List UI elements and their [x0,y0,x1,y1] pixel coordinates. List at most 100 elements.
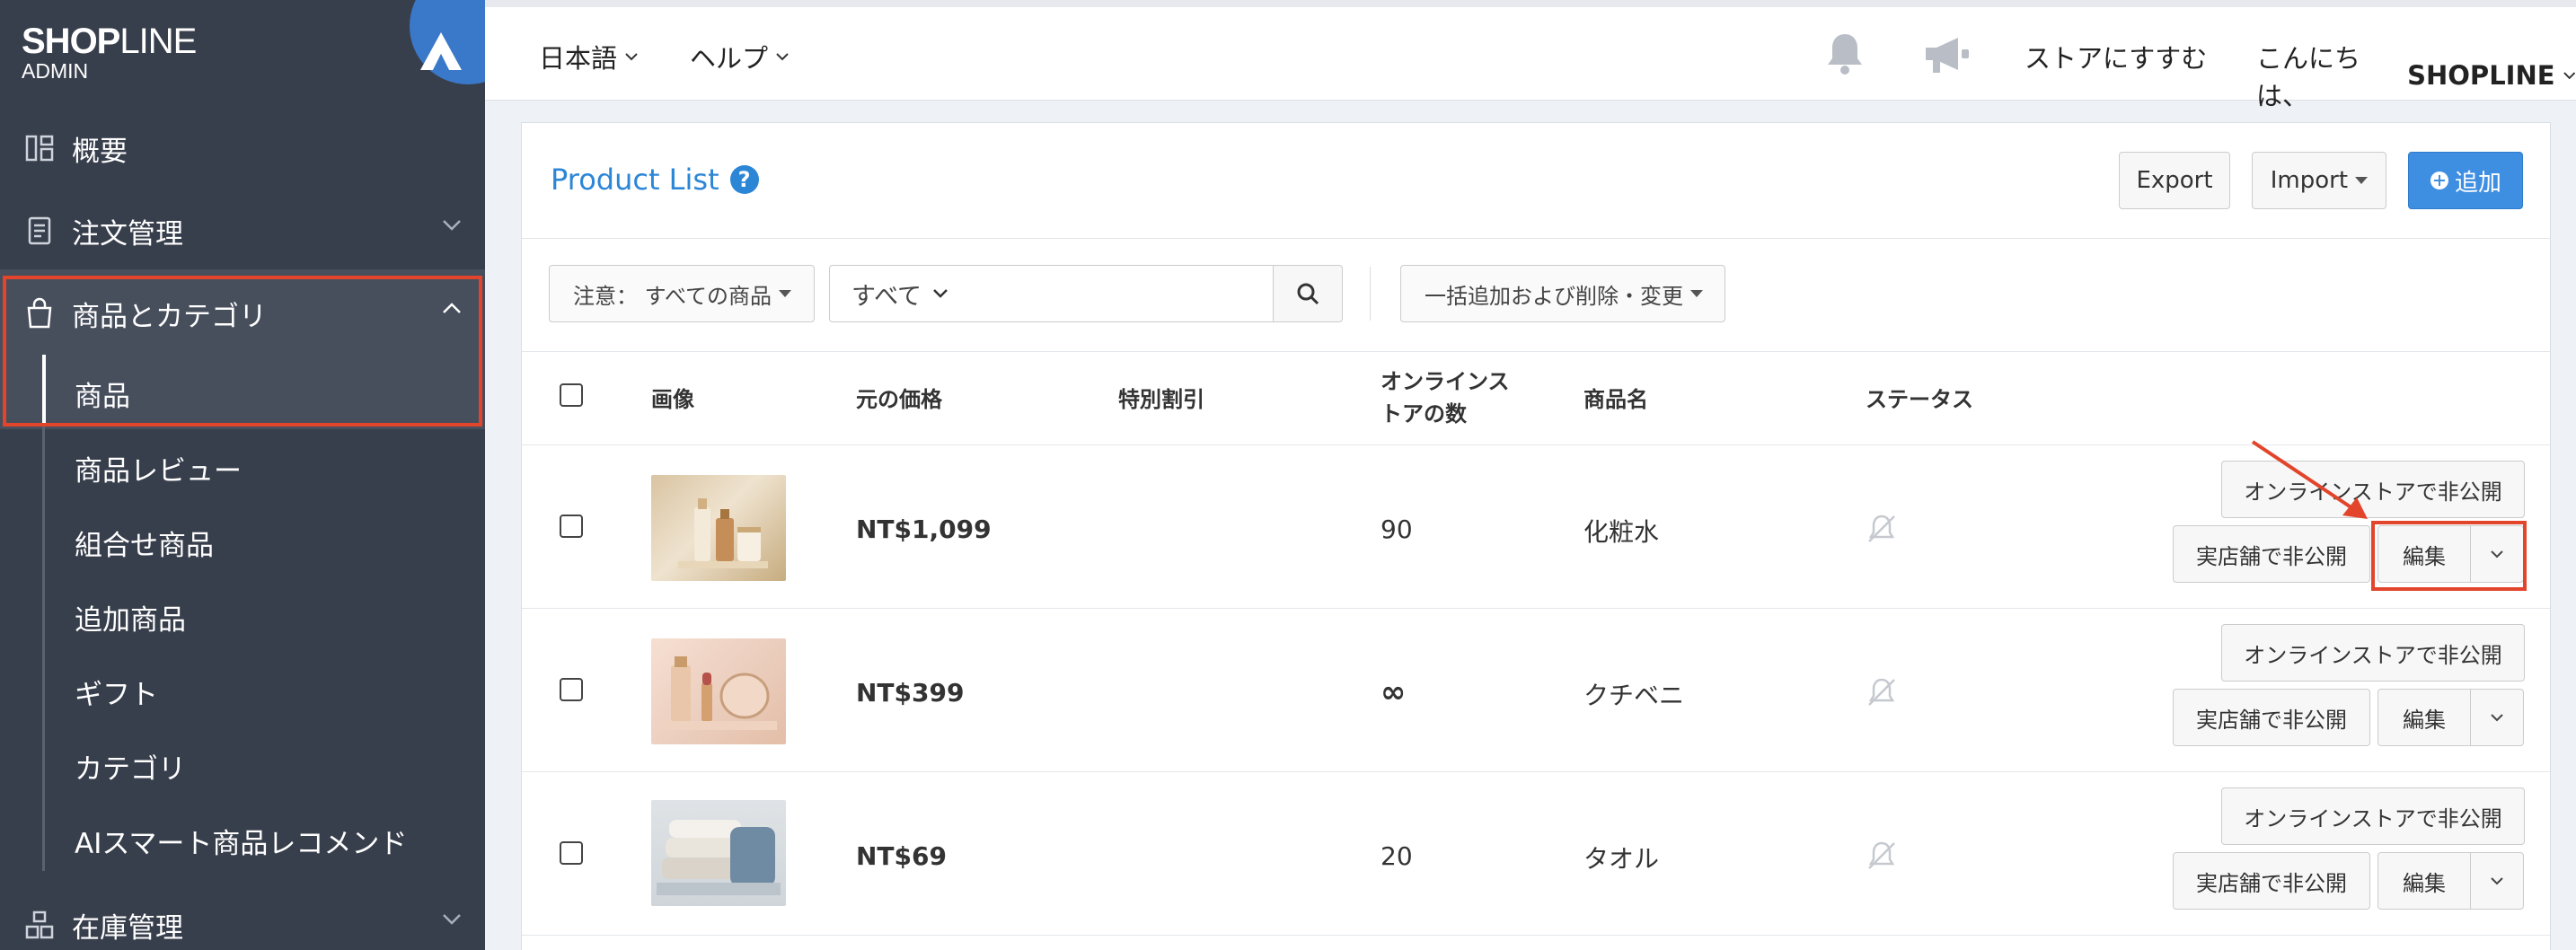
edit-options-button[interactable] [2470,689,2524,746]
add-product-button[interactable]: 追加 [2408,152,2523,209]
lotion-bottles-icon [678,498,768,568]
search-input[interactable] [968,265,1274,322]
product-list-panel: Product List ? Export Import 追加 注意： すべての… [521,122,2551,950]
hide-store-button[interactable]: 実店舗で非公開 [2173,852,2370,910]
hide-store-button[interactable]: 実店舗で非公開 [2173,689,2370,746]
import-button[interactable]: Import [2252,152,2386,209]
name-cell[interactable]: 化粧水 [1584,513,1659,549]
page-title-text: Product List [551,163,719,197]
column-header-online-qty[interactable]: オンラインス トアの数 [1381,365,1510,430]
language-dropdown[interactable]: 日本語 [539,38,639,75]
annotation-arrow-icon [2251,440,2368,519]
sidebar-sub-bundles[interactable]: 組合せ商品 [75,523,214,563]
notification-off-icon[interactable] [1864,674,1900,710]
caret-down-icon [778,290,791,297]
help-label: ヘルプ [690,43,769,74]
user-menu[interactable]: こんにちは、 SHOPLINE [2256,38,2576,113]
top-bar: 日本語 ヘルプ ストアにすすむ こんにちは、 SHOPLINE [485,0,2576,111]
towel-stack-icon [657,820,781,895]
search-button[interactable] [1273,265,1343,322]
chevron-down-icon [443,914,461,925]
sidebar-sub-categories[interactable]: カテゴリ [75,746,186,787]
product-image-lotion[interactable] [651,475,786,581]
sidebar-sub-reviews[interactable]: 商品レビュー [75,448,242,488]
hide-online-button[interactable]: オンラインストアで非公開 [2221,787,2525,845]
divider [522,351,2550,352]
search-scope-select[interactable]: すべて [829,265,969,322]
column-header-price[interactable]: 元の価格 [856,383,942,416]
megaphone-icon[interactable] [1922,34,1972,75]
edit-options-button[interactable] [2470,852,2524,910]
sidebar: SHOPLINE ADMIN 概要 注文管理 商品とカテゴリ 商品 商品レビュー… [0,0,485,950]
chevron-down-icon [776,53,789,61]
edit-button[interactable]: 編集 [2378,852,2471,910]
hide-store-button[interactable]: 実店舗で非公開 [2173,525,2370,583]
sidebar-item-overview[interactable]: 概要 [0,108,485,189]
sidebar-sub-addons[interactable]: 追加商品 [75,597,186,638]
order-icon [28,216,51,245]
language-label: 日本語 [539,43,618,74]
notification-off-icon[interactable] [1864,511,1900,547]
hide-online-button[interactable]: オンラインストアで非公開 [2221,624,2525,682]
sidebar-item-label: 在庫管理 [72,911,183,945]
column-header-status: ステータス [1866,387,1973,412]
chevron-down-icon [443,220,461,231]
bulk-edit-label: 一括追加および削除・変更 [1425,283,1683,309]
row-checkbox[interactable] [560,841,583,865]
product-image-lipstick[interactable] [651,638,786,744]
chevron-down-icon [2491,714,2503,722]
name-cell[interactable]: クチベニ [1584,676,1684,712]
dashboard-icon [25,135,54,162]
product-filter-dropdown[interactable]: 注意： すべての商品 [549,265,815,322]
inventory-icon [25,910,54,939]
caret-down-icon [1689,290,1703,297]
store-logo-icon[interactable] [419,31,463,74]
row-checkbox[interactable] [560,678,583,701]
notification-off-icon[interactable] [1864,838,1900,874]
annotation-highlight-edit [2371,521,2527,591]
column-header-line-2: トアの数 [1381,401,1467,427]
column-header-name[interactable]: 商品名 [1584,383,1648,416]
filter-divider [1370,267,1371,321]
help-dropdown[interactable]: ヘルプ [690,38,790,75]
search-icon [1297,283,1319,305]
shopline-logo[interactable]: SHOPLINE ADMIN [22,22,197,83]
price-cell: NT$1,099 [856,515,992,544]
column-header-line-1: オンラインス [1381,369,1510,394]
visit-store-link[interactable]: ストアにすすむ [2025,38,2207,75]
add-label: 追加 [2454,169,2501,197]
visit-store-label: ストアにすすむ [2025,43,2208,74]
chevron-down-icon [2491,877,2503,885]
submenu-line [42,422,45,871]
sidebar-item-inventory[interactable]: 在庫管理 [0,884,485,950]
sidebar-sub-ai-recommend[interactable]: AIスマート商品レコメンド [75,821,407,861]
greeting-label: こんにちは、 [2256,43,2361,111]
bell-icon[interactable] [1823,31,1866,77]
divider [522,238,2550,239]
bulk-edit-dropdown[interactable]: 一括追加および削除・変更 [1400,265,1725,322]
divider [522,608,2550,609]
sidebar-item-orders[interactable]: 注文管理 [0,190,485,271]
import-label: Import [2270,167,2349,194]
brand-part-a: SHOP [22,22,120,61]
column-header-sale[interactable]: 特別割引 [1118,383,1204,416]
help-icon[interactable]: ? [729,165,759,194]
sidebar-sub-gifts[interactable]: ギフト [75,672,158,712]
edit-button[interactable]: 編集 [2378,689,2471,746]
brand-sub: ADMIN [22,59,89,83]
sidebar-item-label: 概要 [72,135,128,168]
product-image-towel[interactable] [651,800,786,906]
sidebar-item-label: 注文管理 [72,217,183,251]
search-scope-label: すべて [851,282,922,311]
caret-down-icon [2355,177,2369,184]
name-cell[interactable]: タオル [1584,840,1659,875]
user-name: SHOPLINE [2407,60,2555,91]
divider [522,771,2550,772]
product-filter-label: 注意： すべての商品 [573,283,772,309]
export-button[interactable]: Export [2119,152,2230,209]
page-title: Product List ? [551,163,759,197]
row-checkbox[interactable] [560,515,583,538]
select-all-checkbox[interactable] [560,383,583,407]
price-cell: NT$69 [856,841,947,871]
qty-cell: 20 [1381,841,1413,871]
